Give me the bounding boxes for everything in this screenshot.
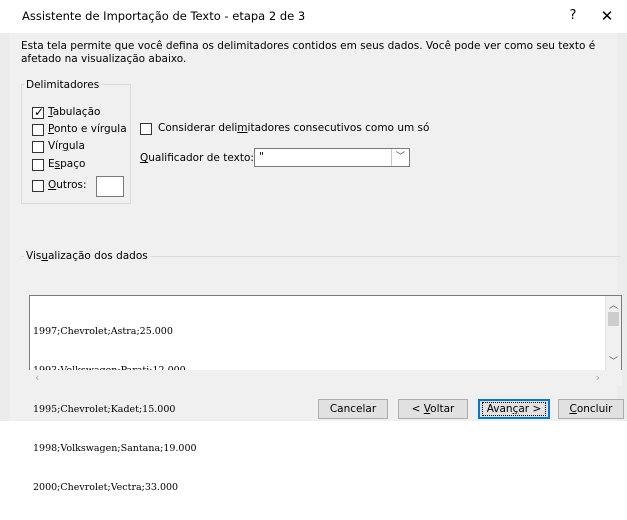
label-outros[interactable]: Outros:	[48, 179, 87, 191]
delimiters-group-title: Delimitadores	[24, 79, 102, 91]
help-button[interactable]: ?	[563, 6, 583, 26]
checkbox-outros[interactable]	[32, 180, 44, 192]
dialog-left-edge	[0, 0, 10, 421]
description-text: Esta tela permite que você defina os del…	[21, 40, 596, 65]
preview-line: 2000;Chevrolet;Vectra;33.000	[33, 482, 179, 493]
data-preview-title: Visualização dos dados	[24, 250, 150, 262]
finish-button[interactable]: Concluir	[558, 399, 624, 419]
preview-line: 1998;Volkswagen;Santana;19.000	[33, 443, 197, 454]
checkbox-tabulacao[interactable]: ✓	[32, 105, 45, 119]
scroll-right-icon[interactable]: ›	[596, 371, 600, 384]
checkbox-consecutive-delimiters[interactable]	[140, 123, 152, 135]
cancel-button[interactable]: Cancelar	[318, 399, 388, 419]
focus-ring	[482, 402, 546, 416]
text-qualifier-value: "	[259, 150, 265, 163]
chevron-down-icon[interactable]: ﹀	[391, 149, 409, 166]
text-qualifier-select[interactable]: " ﹀	[254, 148, 410, 167]
preview-line: 1995;Chevrolet;Kadet;15.000	[33, 404, 176, 415]
window-title: Assistente de Importação de Texto - etap…	[22, 9, 306, 23]
text-import-wizard-dialog: Assistente de Importação de Texto - etap…	[0, 0, 627, 493]
outros-input[interactable]	[96, 176, 124, 197]
data-preview-box[interactable]: 1997;Chevrolet;Astra;25.000 1993;Volkswa…	[29, 295, 622, 493]
vertical-scroll-thumb[interactable]	[608, 312, 619, 326]
checkbox-ponto-e-virgula[interactable]	[32, 124, 44, 136]
label-ponto-e-virgula[interactable]: Ponto e vírgula	[48, 123, 127, 135]
checkbox-espaco[interactable]	[32, 159, 44, 171]
label-espaco[interactable]: Espaço	[48, 158, 85, 170]
label-text-qualifier: Qualificador de texto:	[140, 152, 254, 164]
checkbox-virgula[interactable]	[32, 141, 44, 153]
label-tabulacao[interactable]: Tabulação	[48, 106, 100, 118]
preview-lines: 1997;Chevrolet;Astra;25.000 1993;Volkswa…	[33, 299, 197, 520]
scroll-down-icon[interactable]: ﹀	[606, 354, 621, 367]
scroll-up-icon[interactable]: ︿	[606, 298, 621, 311]
preview-line: 1997;Chevrolet;Astra;25.000	[33, 326, 173, 337]
checkmark-icon: ✓	[34, 105, 45, 119]
title-bar: Assistente de Importação de Texto - etap…	[0, 0, 627, 33]
scroll-left-icon[interactable]: ‹	[35, 371, 39, 384]
label-virgula[interactable]: Vírgula	[48, 140, 85, 152]
next-button[interactable]: Avançar >	[478, 399, 550, 419]
back-button[interactable]: < Voltar	[398, 399, 468, 419]
horizontal-scrollbar[interactable]: ‹ ›	[29, 370, 622, 386]
label-consecutive-delimiters[interactable]: Considerar delimitadores consecutivos co…	[158, 122, 429, 134]
close-button[interactable]: ✕	[596, 6, 618, 26]
vertical-scrollbar[interactable]: ︿ ﹀	[605, 296, 621, 370]
